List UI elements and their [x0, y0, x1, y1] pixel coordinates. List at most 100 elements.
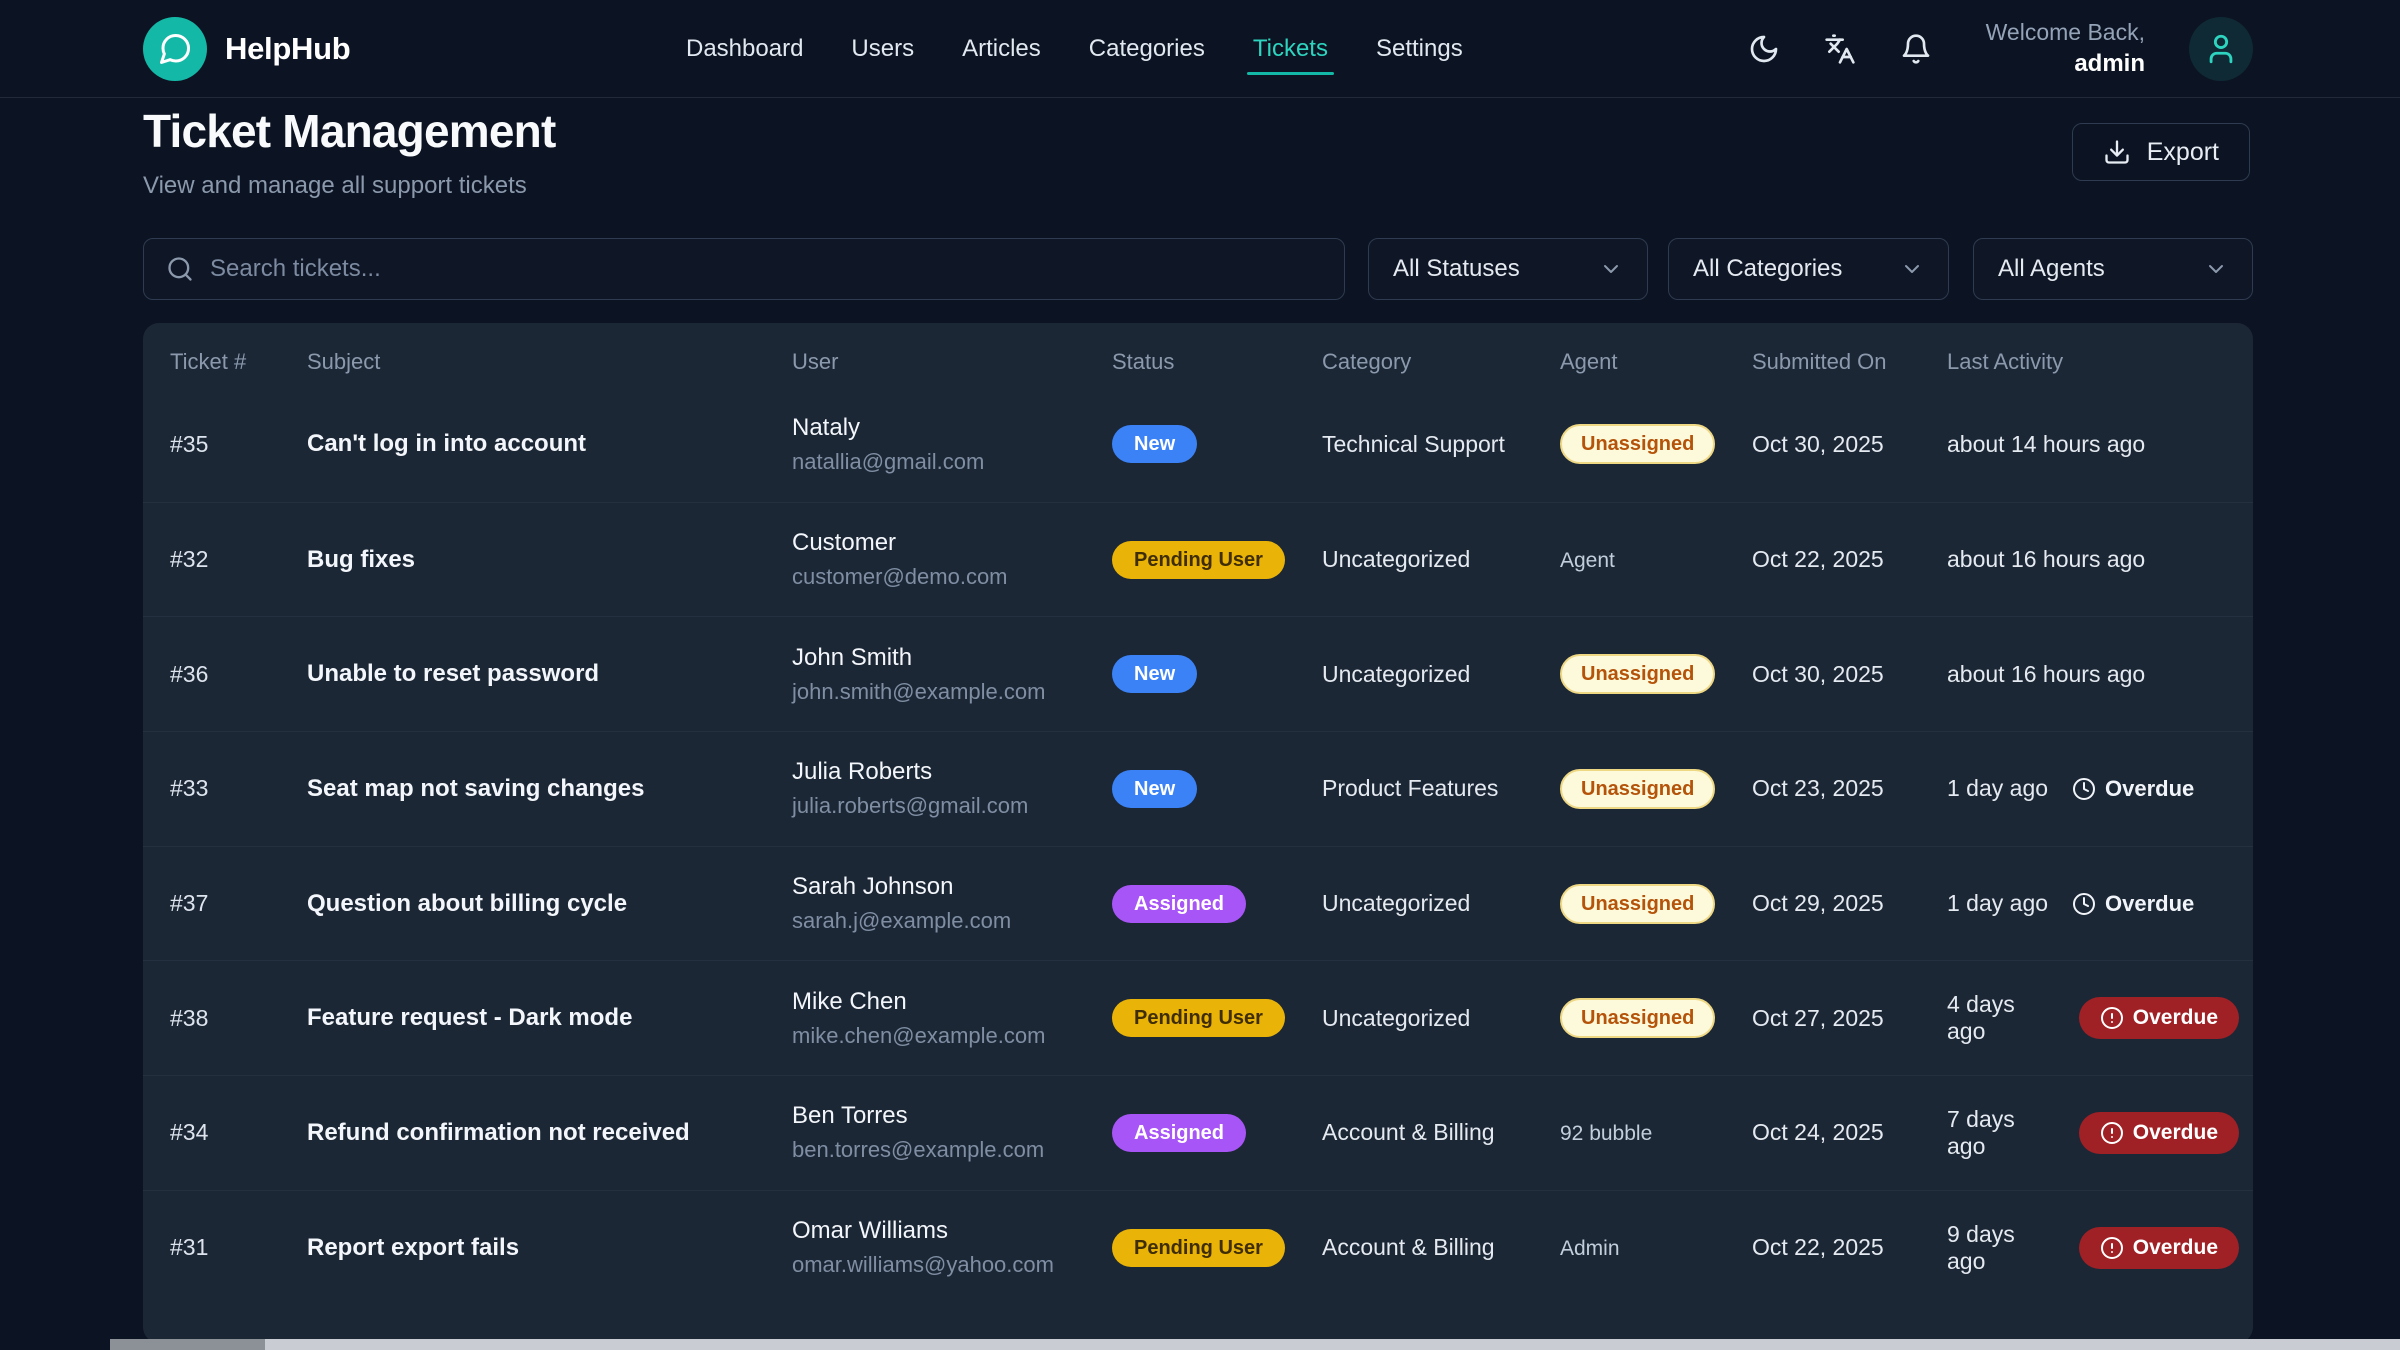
ticket-status-cell: New: [1112, 425, 1322, 463]
table-row[interactable]: #33 Seat map not saving changes Julia Ro…: [143, 731, 2253, 846]
table-row[interactable]: #38 Feature request - Dark mode Mike Che…: [143, 960, 2253, 1075]
ticket-subject: Question about billing cycle: [307, 890, 792, 918]
ticket-number: #31: [170, 1234, 307, 1261]
languages-icon[interactable]: [1824, 33, 1856, 65]
ticket-subject: Feature request - Dark mode: [307, 1004, 792, 1032]
col-header-subject: Subject: [307, 349, 792, 375]
status-badge: New: [1112, 425, 1197, 463]
message-circle-icon: [157, 31, 193, 67]
user-email: john.smith@example.com: [792, 679, 1098, 705]
ticket-user-cell: Nataly natallia@gmail.com: [792, 414, 1112, 475]
tickets-table-card: Ticket # Subject User Status Category Ag…: [143, 323, 2253, 1343]
ticket-last-activity-cell: about 16 hours ago: [1947, 546, 2253, 573]
ticket-agent-cell: Unassigned: [1560, 424, 1752, 464]
ticket-number: #36: [170, 661, 307, 688]
user-avatar[interactable]: [2189, 17, 2253, 81]
ticket-number: #32: [170, 546, 307, 573]
ticket-agent-cell: Unassigned: [1560, 998, 1752, 1038]
ticket-user-cell: Customer customer@demo.com: [792, 529, 1112, 590]
overdue-indicator: Overdue: [2079, 1112, 2239, 1154]
status-badge: Assigned: [1112, 885, 1246, 923]
ticket-submitted-date: Oct 24, 2025: [1752, 1119, 1947, 1146]
overdue-label: Overdue: [2133, 1121, 2218, 1145]
table-row[interactable]: #36 Unable to reset password John Smith …: [143, 616, 2253, 731]
table-body: #35 Can't log in into account Nataly nat…: [143, 387, 2253, 1305]
export-button[interactable]: Export: [2072, 123, 2250, 181]
horizontal-scrollbar[interactable]: [110, 1339, 2400, 1350]
col-header-status: Status: [1112, 349, 1322, 375]
agent-filter-select[interactable]: All Agents: [1973, 238, 2253, 300]
nav-item-dashboard[interactable]: Dashboard: [686, 0, 803, 97]
moon-icon[interactable]: [1748, 33, 1780, 65]
bell-icon[interactable]: [1900, 33, 1932, 65]
ticket-category: Uncategorized: [1322, 890, 1560, 917]
main-nav: Dashboard Users Articles Categories Tick…: [686, 0, 1463, 97]
overdue-indicator: Overdue: [2072, 891, 2194, 917]
ticket-agent-cell: Unassigned: [1560, 884, 1752, 924]
table-row[interactable]: #35 Can't log in into account Nataly nat…: [143, 387, 2253, 502]
ticket-last-activity-cell: about 16 hours ago: [1947, 661, 2253, 688]
ticket-category: Uncategorized: [1322, 1005, 1560, 1032]
ticket-submitted-date: Oct 27, 2025: [1752, 1005, 1947, 1032]
overdue-label: Overdue: [2105, 891, 2194, 917]
table-row[interactable]: #34 Refund confirmation not received Ben…: [143, 1075, 2253, 1190]
agent-value: Unassigned: [1560, 769, 1715, 809]
export-label: Export: [2147, 138, 2219, 167]
agent-value: Unassigned: [1560, 998, 1715, 1038]
col-header-category: Category: [1322, 349, 1560, 375]
user-name: Sarah Johnson: [792, 873, 1098, 901]
col-header-last-activity: Last Activity: [1947, 349, 2253, 375]
ticket-agent-cell: Agent: [1560, 546, 1752, 573]
user-name: Customer: [792, 529, 1098, 557]
agent-value: Admin: [1560, 1237, 1620, 1260]
table-row[interactable]: #31 Report export fails Omar Williams om…: [143, 1190, 2253, 1305]
ticket-status-cell: Pending User: [1112, 1229, 1322, 1267]
ticket-number: #38: [170, 1005, 307, 1032]
ticket-last-activity-cell: 1 day ago Overdue: [1947, 775, 2253, 802]
ticket-status-cell: Assigned: [1112, 885, 1322, 923]
user-email: julia.roberts@gmail.com: [792, 793, 1098, 819]
agent-value: Unassigned: [1560, 424, 1715, 464]
username: admin: [1986, 48, 2145, 80]
table-row[interactable]: #37 Question about billing cycle Sarah J…: [143, 846, 2253, 961]
ticket-number: #37: [170, 890, 307, 917]
brand-name: HelpHub: [225, 31, 350, 67]
status-filter-value: All Statuses: [1393, 255, 1520, 283]
user-name: Nataly: [792, 414, 1098, 442]
nav-item-users[interactable]: Users: [851, 0, 914, 97]
helphub-logo: [143, 17, 207, 81]
ticket-number: #33: [170, 775, 307, 802]
col-header-ticket: Ticket #: [170, 349, 307, 375]
category-filter-select[interactable]: All Categories: [1668, 238, 1949, 300]
nav-item-settings[interactable]: Settings: [1376, 0, 1463, 97]
status-badge: New: [1112, 655, 1197, 693]
scrollbar-thumb[interactable]: [110, 1339, 265, 1350]
clock-icon: [2072, 892, 2096, 916]
ticket-user-cell: Ben Torres ben.torres@example.com: [792, 1102, 1112, 1163]
alert-circle-icon: [2100, 1006, 2124, 1030]
status-badge: Pending User: [1112, 1229, 1285, 1267]
activity-text: 7 days ago: [1947, 1106, 2055, 1160]
nav-item-tickets[interactable]: Tickets: [1253, 0, 1328, 97]
nav-item-articles[interactable]: Articles: [962, 0, 1041, 97]
ticket-last-activity-cell: 4 days ago Overdue: [1947, 991, 2253, 1045]
user-name: John Smith: [792, 644, 1098, 672]
nav-item-categories[interactable]: Categories: [1089, 0, 1205, 97]
ticket-agent-cell: Unassigned: [1560, 654, 1752, 694]
user-name: Omar Williams: [792, 1217, 1098, 1245]
ticket-submitted-date: Oct 30, 2025: [1752, 431, 1947, 458]
status-badge: Assigned: [1112, 1114, 1246, 1152]
overdue-label: Overdue: [2133, 1236, 2218, 1260]
ticket-agent-cell: Admin: [1560, 1234, 1752, 1261]
overdue-indicator: Overdue: [2079, 1227, 2239, 1269]
user-name: Mike Chen: [792, 988, 1098, 1016]
brand[interactable]: HelpHub: [143, 17, 350, 81]
ticket-status-cell: Pending User: [1112, 999, 1322, 1037]
table-row[interactable]: #32 Bug fixes Customer customer@demo.com…: [143, 502, 2253, 617]
search-input[interactable]: [210, 255, 1322, 283]
status-filter-select[interactable]: All Statuses: [1368, 238, 1648, 300]
activity-text: 1 day ago: [1947, 890, 2048, 917]
overdue-label: Overdue: [2105, 776, 2194, 802]
agent-filter-value: All Agents: [1998, 255, 2105, 283]
top-navigation-bar: HelpHub Dashboard Users Articles Categor…: [0, 0, 2400, 98]
